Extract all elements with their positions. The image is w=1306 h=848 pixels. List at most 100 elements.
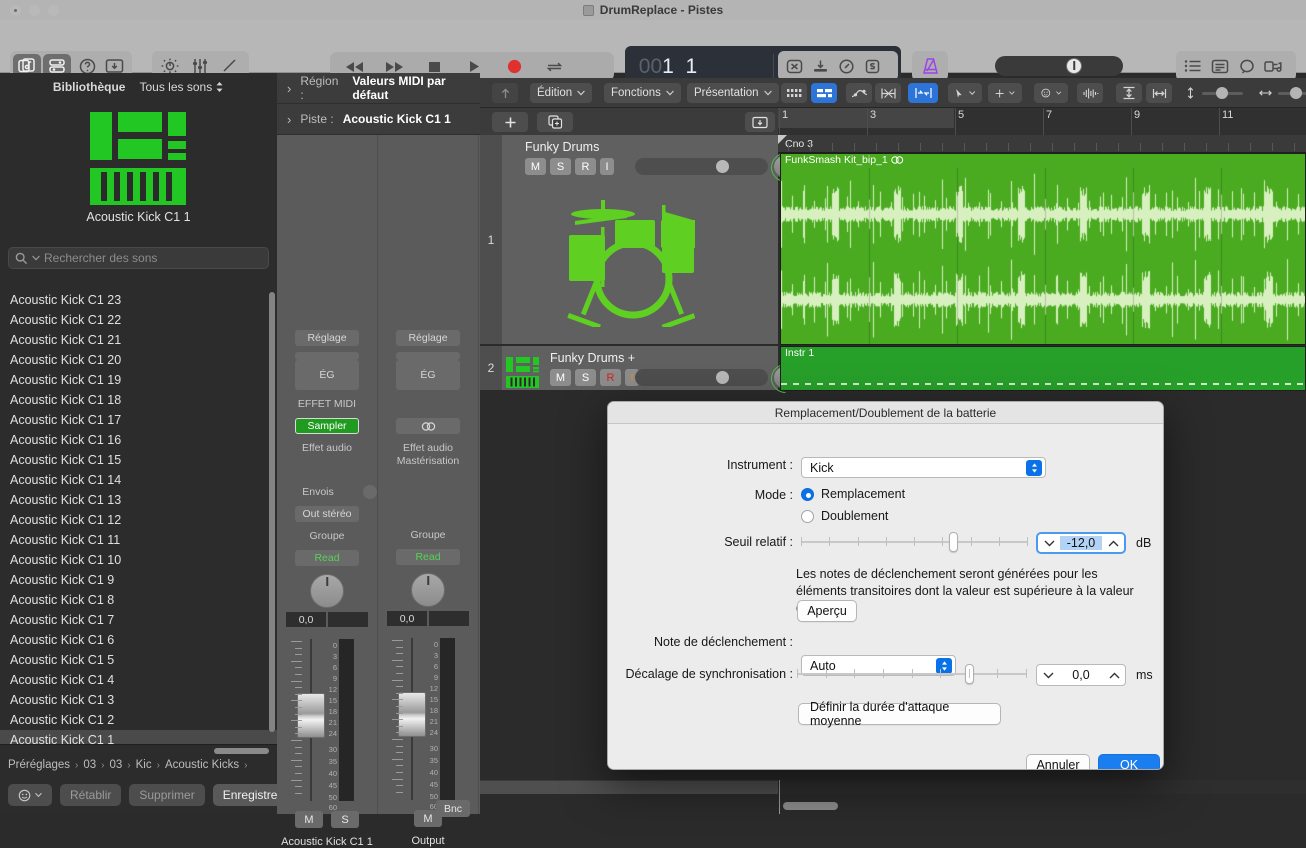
delete-button[interactable]: Supprimer: [129, 784, 205, 806]
ok-button[interactable]: OK: [1098, 754, 1160, 769]
send-knob[interactable]: [363, 485, 377, 499]
inspector-track-row[interactable]: › Piste : Acoustic Kick C1 1: [277, 104, 480, 135]
close-button[interactable]: [10, 5, 21, 16]
track-volume-slider[interactable]: [635, 158, 768, 175]
cancel-button[interactable]: Annuler: [1026, 754, 1090, 769]
pan-value[interactable]: 0,0: [286, 612, 326, 627]
list-item[interactable]: Acoustic Kick C1 14: [0, 470, 277, 490]
automation-button[interactable]: Read: [396, 549, 460, 565]
stepper-down-icon[interactable]: [1038, 540, 1060, 547]
pan-knob[interactable]: [411, 573, 445, 607]
group-button[interactable]: Groupe: [295, 528, 359, 544]
horizontal-scrollbar[interactable]: [783, 802, 838, 810]
bounce-button[interactable]: Bnc: [436, 800, 470, 817]
horizontal-zoom-slider[interactable]: [1259, 87, 1306, 99]
revert-button[interactable]: Rétablir: [60, 784, 122, 806]
notes-icon[interactable]: [1206, 54, 1233, 78]
setting-button[interactable]: Réglage: [295, 330, 359, 346]
vertical-zoom-icon[interactable]: [1116, 83, 1142, 103]
updown-chevron-icon[interactable]: [1026, 460, 1042, 476]
list-view-icon[interactable]: [811, 83, 837, 103]
automation-icon[interactable]: [846, 83, 872, 103]
breadcrumb[interactable]: Préréglages › 03 › 03 › Kic › Acoustic Kicks ›: [8, 759, 273, 771]
eq-display[interactable]: [295, 352, 359, 360]
list-item[interactable]: Acoustic Kick C1 13: [0, 490, 277, 510]
track-mute-button[interactable]: M: [550, 369, 571, 386]
breadcrumb-item[interactable]: 03: [83, 759, 96, 771]
threshold-stepper[interactable]: -12,0: [1036, 532, 1126, 554]
list-item[interactable]: Acoustic Kick C1 10: [0, 550, 277, 570]
library-filter-menu[interactable]: Tous les sons: [139, 80, 224, 94]
master-volume-slider[interactable]: [995, 56, 1123, 76]
list-item[interactable]: Acoustic Kick C1 12: [0, 510, 277, 530]
chevron-right-icon[interactable]: ›: [287, 81, 291, 96]
menu-fonctions[interactable]: Fonctions: [604, 83, 681, 103]
list-item[interactable]: Acoustic Kick C1 2: [0, 710, 277, 730]
track-record-button[interactable]: R: [575, 158, 596, 175]
marquee-tool-icon[interactable]: [988, 83, 1022, 103]
threshold-slider-thumb[interactable]: [949, 532, 958, 552]
list-item[interactable]: Acoustic Kick C1 23: [0, 290, 277, 310]
stepper-up-icon[interactable]: [1102, 540, 1124, 547]
list-item[interactable]: Acoustic Kick C1 17: [0, 410, 277, 430]
list-item[interactable]: Acoustic Kick C1 5: [0, 650, 277, 670]
instrument-select[interactable]: Kick: [801, 457, 1046, 478]
catch-icon[interactable]: [1034, 83, 1068, 103]
pointer-tool-icon[interactable]: [948, 83, 982, 103]
arrow-up-icon[interactable]: [492, 83, 518, 103]
list-item[interactable]: Acoustic Kick C1 3: [0, 690, 277, 710]
grid-view-icon[interactable]: [781, 83, 807, 103]
midi-region[interactable]: Instr 1: [780, 346, 1306, 391]
list-item[interactable]: Acoustic Kick C1 22: [0, 310, 277, 330]
list-item[interactable]: Acoustic Kick C1 6: [0, 630, 277, 650]
library-scrollbar[interactable]: [269, 292, 275, 732]
flex-icon[interactable]: [875, 83, 901, 103]
breadcrumb-item[interactable]: Préréglages: [8, 759, 70, 771]
list-item[interactable]: Acoustic Kick C1 19: [0, 370, 277, 390]
pan-value-secondary[interactable]: .: [429, 611, 469, 626]
offset-value[interactable]: 0,0: [1059, 668, 1103, 682]
count-in-icon[interactable]: [781, 54, 807, 78]
list-item[interactable]: Acoustic Kick C1 16: [0, 430, 277, 450]
inspector-region-row[interactable]: › Région : Valeurs MIDI par défaut: [277, 73, 480, 104]
metronome-icon[interactable]: [915, 54, 945, 78]
track-solo-button[interactable]: S: [550, 158, 571, 175]
list-item[interactable]: Acoustic Kick C1 11: [0, 530, 277, 550]
track-input-button[interactable]: I: [600, 158, 614, 175]
marker-track[interactable]: Cno 3: [778, 135, 1306, 153]
waveform-icon[interactable]: [1077, 83, 1103, 103]
duplicate-track-button[interactable]: [537, 112, 573, 132]
track-solo-button[interactable]: S: [575, 369, 596, 386]
list-item[interactable]: Acoustic Kick C1 7: [0, 610, 277, 630]
minimize-button[interactable]: [29, 5, 40, 16]
list-item[interactable]: Acoustic Kick C1 18: [0, 390, 277, 410]
threshold-slider[interactable]: [801, 532, 1028, 552]
stepper-up-icon[interactable]: [1103, 672, 1125, 679]
list-editors-icon[interactable]: [1179, 54, 1206, 78]
list-item[interactable]: Acoustic Kick C1 9: [0, 570, 277, 590]
audio-region[interactable]: FunkSmash Kit_bip_1: [780, 153, 1306, 345]
track-volume-slider[interactable]: [635, 369, 768, 386]
menu-edition[interactable]: Édition: [530, 83, 593, 103]
list-item[interactable]: Acoustic Kick C1 15: [0, 450, 277, 470]
track-header-2[interactable]: 2 Funky Drums + M S R I: [480, 346, 796, 391]
track-name[interactable]: Funky Drums: [525, 140, 599, 154]
setting-button[interactable]: Réglage: [396, 330, 460, 346]
track-header-1[interactable]: 1 Funky Drums M S R I: [480, 135, 796, 345]
record-icon[interactable]: [504, 58, 524, 76]
breadcrumb-item[interactable]: Acoustic Kicks: [165, 759, 239, 771]
menu-presentation[interactable]: Présentation: [687, 83, 779, 103]
stepper-down-icon[interactable]: [1037, 672, 1059, 679]
track-mute-button[interactable]: M: [525, 158, 546, 175]
track-record-button[interactable]: R: [600, 369, 621, 386]
punch-icon[interactable]: [807, 54, 833, 78]
list-item[interactable]: Acoustic Kick C1 21: [0, 330, 277, 350]
snap-icon[interactable]: [908, 83, 938, 103]
automation-button[interactable]: Read: [295, 550, 359, 566]
list-item[interactable]: Acoustic Kick C1 20: [0, 350, 277, 370]
breadcrumb-item[interactable]: 03: [110, 759, 123, 771]
set-attack-button[interactable]: Définir la durée d'attaque moyenne: [798, 700, 1001, 728]
eq-button[interactable]: ÉG: [295, 360, 359, 390]
breadcrumb-item[interactable]: Kic: [136, 759, 152, 771]
list-item[interactable]: Acoustic Kick C1 8: [0, 590, 277, 610]
